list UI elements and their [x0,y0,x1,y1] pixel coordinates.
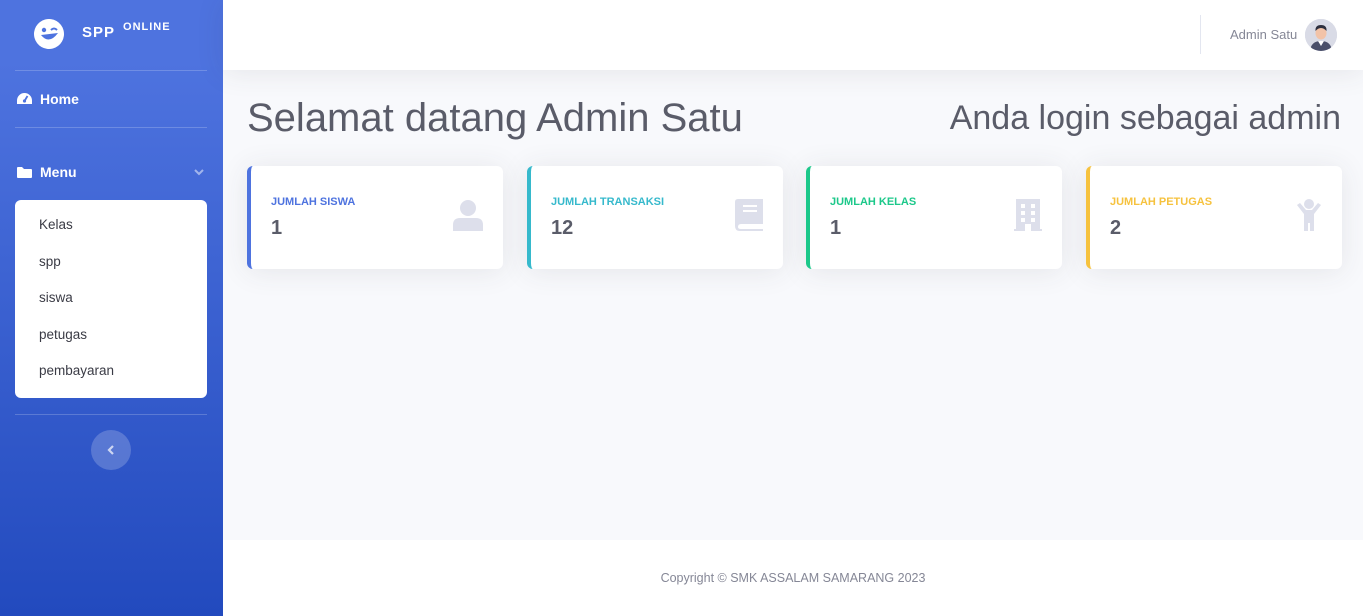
brand-link[interactable]: SPP ONLINE [0,0,223,70]
sidebar-divider [15,414,207,415]
role-heading: Anda login sebagai admin [949,99,1341,137]
avatar[interactable] [1305,19,1337,51]
card-value: 2 [1110,217,1122,239]
nav-menu-label: Menu [40,164,77,180]
card-label: JUMLAH SISWA [271,196,356,208]
card-label: JUMLAH KELAS [830,196,917,208]
topbar-divider [1200,15,1201,54]
submenu: Kelas spp siswa petugas pembayaran [15,200,207,398]
sidebar-divider [15,70,207,71]
card-label: JUMLAH TRANSAKSI [551,196,665,208]
chevron-left-icon [107,445,114,455]
submenu-item-pembayaran[interactable]: pembayaran [15,354,207,391]
laugh-wink-icon [34,19,64,49]
nav-home[interactable]: Home [16,91,79,107]
topbar: Admin Satu [223,0,1363,70]
submenu-item-siswa[interactable]: siswa [15,281,207,318]
child-icon [1297,199,1321,231]
user-icon [453,200,483,231]
brand-title: SPP ONLINE [82,21,171,41]
card-label: JUMLAH PETUGAS [1110,196,1213,208]
stat-card-kelas: JUMLAH KELAS 1 [806,166,1062,269]
stat-card-transaksi: JUMLAH TRANSAKSI 12 [527,166,783,269]
stat-card-siswa: JUMLAH SISWA 1 [247,166,503,269]
footer: Copyright © SMK ASSALAM SAMARANG 2023 [223,540,1363,616]
chevron-down-icon[interactable] [193,167,205,177]
submenu-item-petugas[interactable]: petugas [15,318,207,355]
stat-card-petugas: JUMLAH PETUGAS 2 [1086,166,1342,269]
book-icon [735,199,763,231]
sidebar-divider [15,127,207,128]
sidebar: SPP ONLINE Home Menu Kelas spp siswa petu… [0,0,223,616]
user-name[interactable]: Admin Satu [1230,27,1297,42]
card-value: 1 [830,217,842,239]
nav-home-label: Home [40,91,79,107]
nav-menu[interactable]: Menu [16,164,77,180]
copyright-text: Copyright © SMK ASSALAM SAMARANG 2023 [660,571,926,585]
folder-icon [17,166,32,178]
card-value: 1 [271,217,283,239]
submenu-item-spp[interactable]: spp [15,245,207,282]
building-icon [1014,199,1042,231]
user-avatar-icon [1305,19,1337,51]
tachometer-icon [17,93,32,104]
sidebar-toggle-button[interactable] [91,430,131,470]
card-value: 12 [551,217,574,239]
welcome-heading: Selamat datang Admin Satu [247,96,743,140]
submenu-item-kelas[interactable]: Kelas [15,208,207,245]
